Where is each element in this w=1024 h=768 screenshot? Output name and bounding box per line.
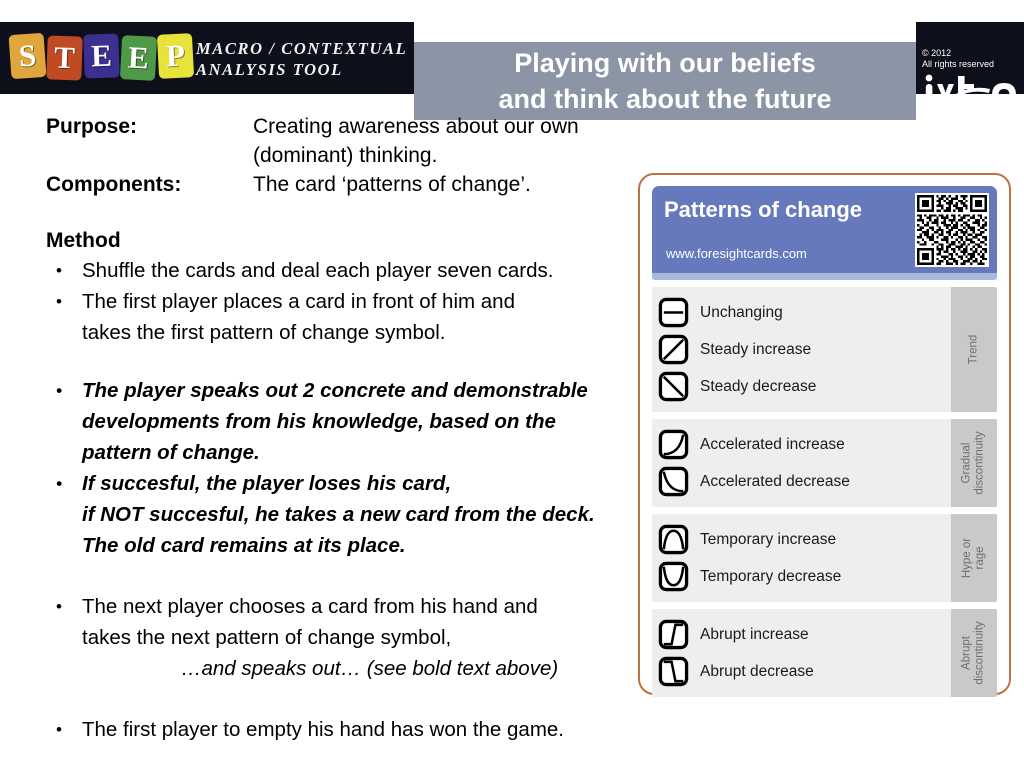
pattern-group-tab-abrupt-discontinuity: Abrupt discontinuity [951, 609, 997, 697]
purpose-label: Purpose: [46, 115, 138, 138]
patterns-of-change-card: Patterns of change www.foresightcards.co… [638, 173, 1011, 697]
method-item: The next player chooses a card from his … [46, 591, 646, 653]
pattern-group-tab-label: Trend [967, 334, 980, 365]
method-item: The first player to empty his hand has w… [46, 714, 646, 745]
method-list-emphasis: The player speaks out 2 concrete and dem… [46, 375, 646, 561]
steep-tile-e2: E [119, 35, 158, 81]
temporary-increase-icon [658, 524, 689, 555]
qr-code-icon [915, 193, 989, 267]
accelerated-decrease-icon [658, 466, 689, 497]
components-row: Components: The card ‘patterns of change… [46, 170, 646, 199]
steep-tile-p: P [156, 33, 195, 79]
pattern-group-tab-label: Gradual discontinuity [961, 431, 987, 495]
pattern-label: Temporary decrease [700, 567, 842, 585]
method-item: The player speaks out 2 concrete and dem… [46, 375, 646, 468]
steady-decrease-icon [658, 371, 689, 402]
components-label: Components: [46, 173, 182, 196]
pattern-group-tab-trend: Trend [951, 287, 997, 412]
method-list-final: The first player to empty his hand has w… [46, 714, 646, 745]
steep-subtitle: MACRO / CONTEXTUAL ANALYSIS TOOL [196, 39, 408, 79]
copyright-notice: © 2012 All rights reserved [922, 48, 995, 69]
steady-increase-icon [658, 334, 689, 365]
pattern-row: Temporary increase [658, 521, 951, 558]
ivto-logo [920, 70, 1024, 110]
card-url: www.foresightcards.com [666, 246, 807, 261]
steep-logo: S T E E P [8, 32, 195, 81]
pattern-group-gradual-discontinuity: Accelerated increase Accelerated decreas… [652, 419, 997, 507]
unchanging-icon [658, 297, 689, 328]
abrupt-increase-icon [658, 619, 689, 650]
method-item: The first player places a card in front … [46, 286, 646, 348]
content-left-column: Purpose: Creating awareness about our ow… [46, 112, 646, 745]
pattern-group-tab-label: Hype or rage [961, 537, 986, 579]
steep-tile-s: S [8, 32, 47, 80]
pattern-group-items: Temporary increase Temporary decrease [652, 514, 951, 602]
slide-title-banner: Playing with our beliefs and think about… [414, 42, 916, 120]
pattern-group-items: Unchanging Steady increase Steady decrea… [652, 287, 951, 412]
steep-tile-e1: E [83, 33, 120, 79]
method-list-next: The next player chooses a card from his … [46, 591, 646, 653]
pattern-group-hype-or-rage: Temporary increase Temporary decrease Hy… [652, 514, 997, 602]
card-header: Patterns of change www.foresightcards.co… [652, 186, 997, 280]
pattern-group-tab-gradual-discontinuity: Gradual discontinuity [951, 419, 997, 507]
method-heading: Method [46, 229, 121, 252]
pattern-label: Accelerated decrease [700, 472, 850, 490]
steep-tile-t: T [46, 35, 83, 81]
pattern-group-tab-hype-or-rage: Hype or rage [951, 514, 997, 602]
method-list: Shuffle the cards and deal each player s… [46, 255, 646, 348]
pattern-label: Abrupt decrease [700, 662, 814, 680]
pattern-row: Steady decrease [658, 368, 951, 405]
pattern-label: Unchanging [700, 303, 783, 321]
pattern-row: Unchanging [658, 294, 951, 331]
pattern-label: Steady decrease [700, 377, 817, 395]
page-header: S T E E P MACRO / CONTEXTUAL ANALYSIS TO… [0, 22, 1024, 120]
pattern-group-abrupt-discontinuity: Abrupt increase Abrupt decrease Abrupt d… [652, 609, 997, 697]
pattern-group-items: Accelerated increase Accelerated decreas… [652, 419, 951, 507]
pattern-row: Steady increase [658, 331, 951, 368]
purpose-value: Creating awareness about our own (domina… [253, 115, 579, 167]
temporary-decrease-icon [658, 561, 689, 592]
pattern-row: Abrupt increase [658, 616, 951, 653]
pattern-label: Abrupt increase [700, 625, 809, 643]
purpose-row: Purpose: Creating awareness about our ow… [46, 112, 646, 170]
method-item: Shuffle the cards and deal each player s… [46, 255, 646, 286]
pattern-label: Temporary increase [700, 530, 837, 548]
pattern-group-items: Abrupt increase Abrupt decrease [652, 609, 951, 697]
pattern-label: Accelerated increase [700, 435, 845, 453]
components-value: The card ‘patterns of change’. [253, 173, 531, 196]
pattern-row: Abrupt decrease [658, 653, 951, 690]
pattern-group-tab-label: Abrupt discontinuity [961, 621, 987, 685]
pattern-label: Steady increase [700, 340, 812, 358]
accelerated-increase-icon [658, 429, 689, 460]
method-item: If succesful, the player loses his card,… [46, 468, 646, 561]
pattern-row: Temporary decrease [658, 558, 951, 595]
abrupt-decrease-icon [658, 656, 689, 687]
speaks-out-note: …and speaks out… (see bold text above) [181, 657, 559, 680]
pattern-row: Accelerated decrease [658, 463, 951, 500]
pattern-group-trend: Unchanging Steady increase Steady decrea… [652, 287, 997, 412]
pattern-row: Accelerated increase [658, 426, 951, 463]
